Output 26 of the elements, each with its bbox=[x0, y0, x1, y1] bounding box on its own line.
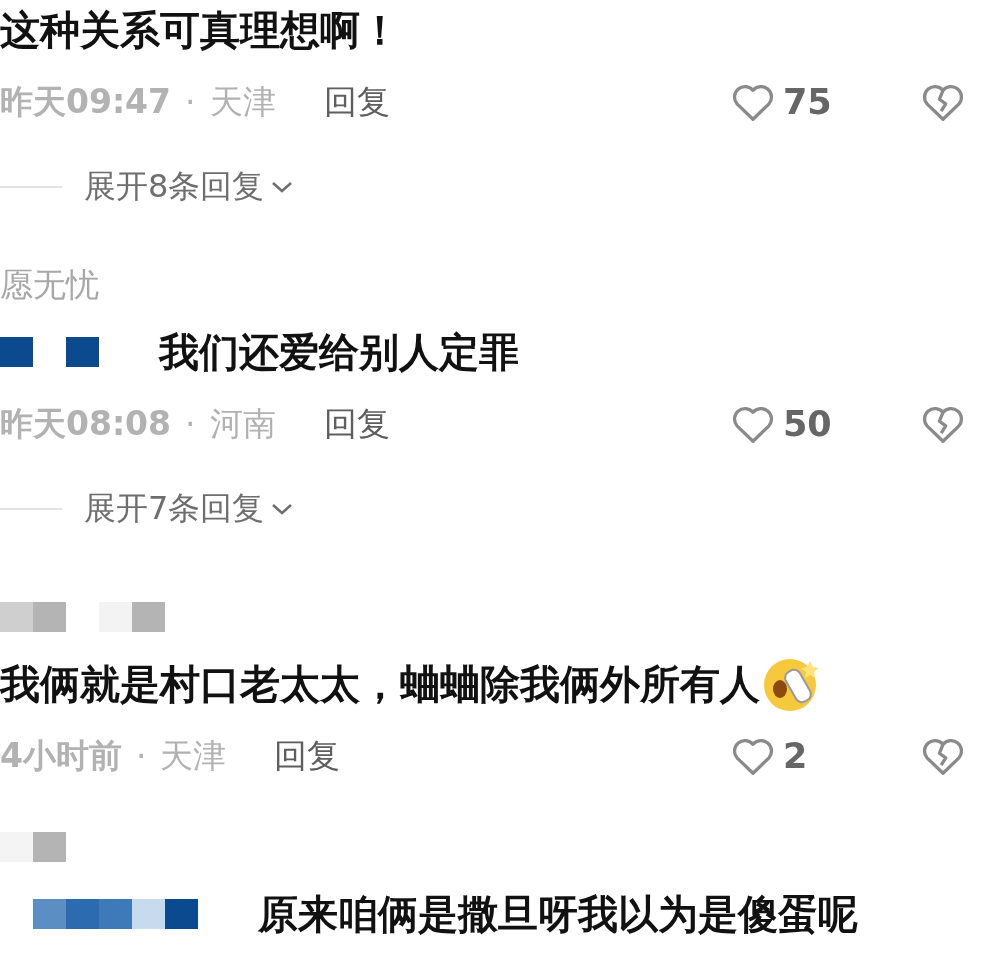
reply-link[interactable]: 回复 bbox=[323, 401, 390, 447]
heart-icon[interactable] bbox=[731, 736, 775, 776]
expand-replies-button[interactable]: 展开8条回复 bbox=[84, 165, 295, 209]
broken-heart-icon[interactable] bbox=[921, 82, 965, 122]
reply-link[interactable]: 回复 bbox=[323, 79, 390, 125]
heart-icon[interactable] bbox=[731, 82, 775, 122]
reply-link[interactable]: 回复 bbox=[274, 733, 341, 779]
broken-heart-icon[interactable] bbox=[921, 404, 965, 444]
separator-dot: · bbox=[185, 82, 196, 122]
like-count: 75 bbox=[783, 82, 832, 122]
separator-dot: · bbox=[135, 736, 147, 776]
like-count: 2 bbox=[783, 736, 808, 776]
broken-heart-icon[interactable] bbox=[921, 736, 965, 776]
comment-text: 这种关系可真理想啊！ bbox=[0, 6, 400, 54]
comment-text: 原来咱俩是撒旦呀我以为是傻蛋呢 bbox=[258, 890, 858, 938]
comment-time: 4小时前 bbox=[0, 734, 122, 777]
comment-time: 昨天09:47 bbox=[0, 80, 172, 123]
separator-dot: · bbox=[185, 404, 196, 444]
comment-location: 河南 bbox=[209, 402, 276, 445]
comment-text: 我们还爱给别人定罪 bbox=[159, 328, 519, 376]
comment-location: 天津 bbox=[209, 80, 276, 123]
comment-time: 昨天08:08 bbox=[0, 402, 172, 445]
expand-replies-button[interactable]: 展开7条回复 bbox=[84, 487, 295, 531]
comment-location: 天津 bbox=[160, 734, 227, 777]
like-count: 50 bbox=[783, 404, 832, 444]
heart-icon[interactable] bbox=[731, 404, 775, 444]
